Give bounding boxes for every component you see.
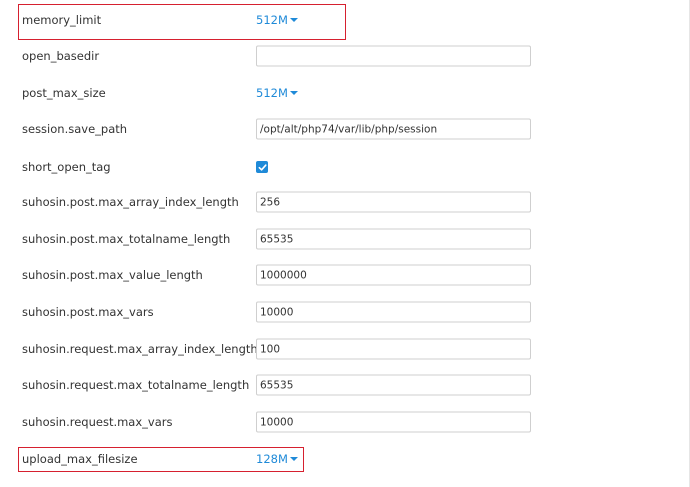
setting-label: suhosin.post.max_array_index_length [22, 195, 239, 209]
checkmark-icon [258, 163, 267, 171]
setting-row-suhosin-request-max-vars: suhosin.request.max_vars [0, 404, 690, 440]
caret-down-icon [289, 18, 298, 22]
setting-label: suhosin.post.max_value_length [22, 268, 203, 282]
setting-row-upload-max-filesize: upload_max_filesize 128M [0, 441, 690, 477]
suhosin-post-max-array-index-length-input[interactable] [256, 191, 531, 213]
open-basedir-input[interactable] [256, 45, 531, 67]
dropdown-value: 512M [256, 13, 288, 27]
suhosin-request-max-array-index-length-input[interactable] [256, 338, 531, 360]
setting-row-session-save-path: session.save_path [0, 111, 690, 147]
setting-label: upload_max_filesize [22, 452, 138, 466]
short-open-tag-checkbox[interactable] [256, 161, 268, 173]
session-save-path-input[interactable] [256, 118, 531, 140]
suhosin-post-max-value-length-input[interactable] [256, 264, 531, 286]
setting-row-suhosin-post-max-value-length: suhosin.post.max_value_length [0, 257, 690, 293]
dropdown-value: 512M [256, 86, 288, 100]
post-max-size-dropdown[interactable]: 512M [256, 86, 298, 100]
setting-label: suhosin.request.max_array_index_length [22, 342, 258, 356]
suhosin-request-max-totalname-length-input[interactable] [256, 374, 531, 396]
suhosin-post-max-totalname-length-input[interactable] [256, 228, 531, 250]
dropdown-value: 128M [256, 452, 288, 466]
setting-row-memory-limit: memory_limit 512M [0, 2, 690, 38]
setting-row-open-basedir: open_basedir [0, 38, 690, 74]
setting-row-suhosin-post-max-array-index-length: suhosin.post.max_array_index_length [0, 184, 690, 220]
setting-row-suhosin-request-max-totalname-length: suhosin.request.max_totalname_length [0, 367, 690, 403]
setting-label: short_open_tag [22, 160, 111, 174]
setting-label: open_basedir [22, 49, 100, 63]
setting-label: suhosin.post.max_totalname_length [22, 232, 231, 246]
setting-row-suhosin-request-max-array-index-length: suhosin.request.max_array_index_length [0, 331, 690, 367]
setting-label: suhosin.request.max_totalname_length [22, 378, 250, 392]
setting-label: suhosin.post.max_vars [22, 305, 154, 319]
memory-limit-dropdown[interactable]: 512M [256, 13, 298, 27]
setting-label: session.save_path [22, 122, 128, 136]
suhosin-post-max-vars-input[interactable] [256, 301, 531, 323]
setting-label: memory_limit [22, 13, 102, 27]
setting-label: suhosin.request.max_vars [22, 415, 173, 429]
caret-down-icon [289, 457, 298, 461]
setting-label: post_max_size [22, 86, 106, 100]
caret-down-icon [289, 91, 298, 95]
suhosin-request-max-vars-input[interactable] [256, 411, 531, 433]
setting-row-suhosin-post-max-totalname-length: suhosin.post.max_totalname_length [0, 221, 690, 257]
setting-row-short-open-tag: short_open_tag [0, 149, 690, 185]
setting-row-post-max-size: post_max_size 512M [0, 75, 690, 111]
upload-max-filesize-dropdown[interactable]: 128M [256, 452, 298, 466]
setting-row-suhosin-post-max-vars: suhosin.post.max_vars [0, 294, 690, 330]
